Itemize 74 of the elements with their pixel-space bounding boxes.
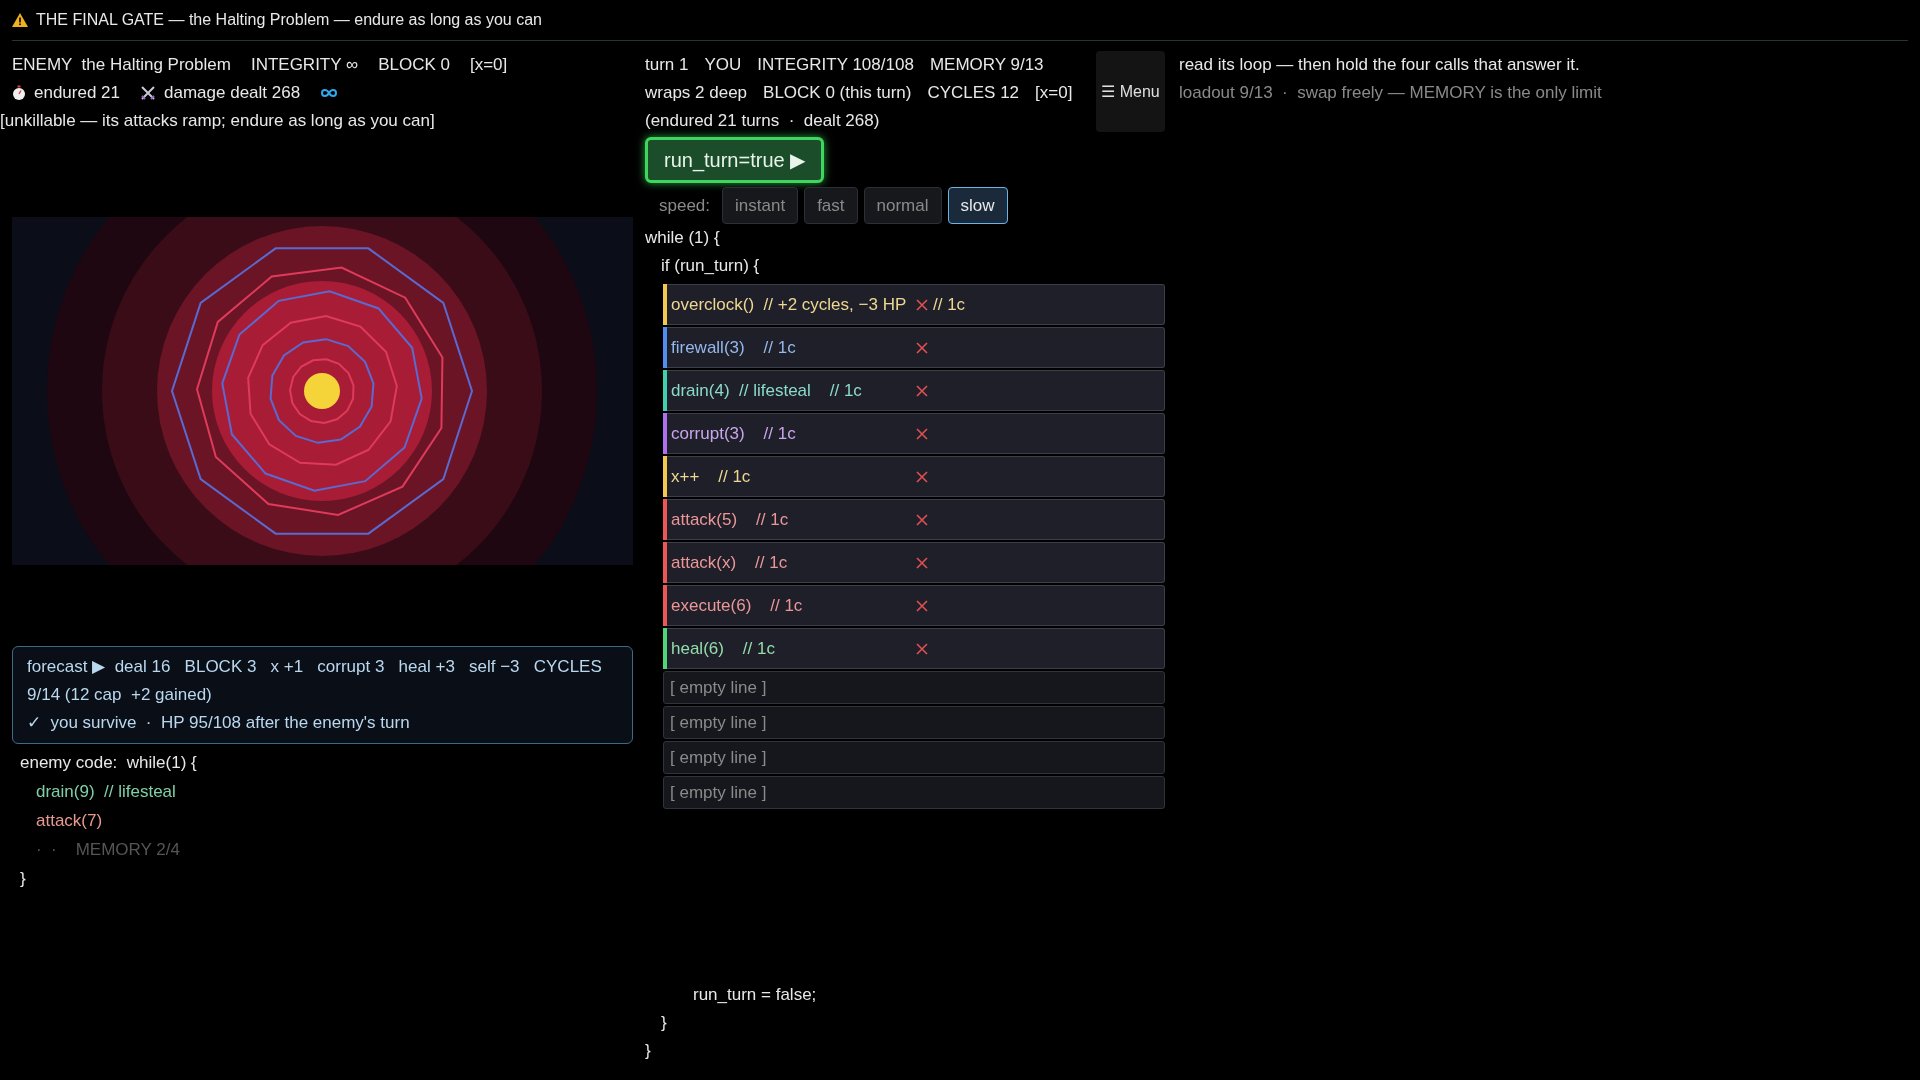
- code-line-slot[interactable]: drain(4) // lifesteal // 1c: [663, 370, 1165, 411]
- enemy-stat: BLOCK 0: [378, 54, 450, 76]
- stopwatch-icon: [12, 85, 26, 101]
- code-line: }: [645, 1040, 652, 1062]
- remove-icon[interactable]: [915, 512, 929, 527]
- enemy-code-line: attack(7): [35, 810, 104, 832]
- code-line: run_turn = false;: [692, 984, 818, 1006]
- empty-line-slot[interactable]: [ empty line ]: [663, 776, 1165, 809]
- remove-icon[interactable]: [915, 555, 929, 570]
- remove-icon[interactable]: [915, 641, 929, 656]
- enemy-code-header: enemy code: while(1) {: [20, 752, 198, 774]
- call-code: drain(4) // lifesteal // 1c: [671, 380, 863, 401]
- enemy-stat: [x=0]: [469, 54, 508, 76]
- enemy-stat: INTEGRITY ∞: [250, 54, 359, 76]
- call-code: overclock() // +2 cycles, −3 HP: [671, 294, 908, 315]
- player-stat: wraps 2 deep: [645, 82, 748, 104]
- speed-label: speed:: [659, 195, 711, 216]
- empty-line-slot[interactable]: [ empty line ]: [663, 741, 1165, 774]
- forecast-summary: forecast ▶ deal 16 BLOCK 3 x +1 corrupt 3 heal +3 self −3 CYCLES 9/14 (12 cap +2 gained): [26, 656, 603, 706]
- loadout-info: loadout 9/13 · swap freely — MEMORY is the only limit: [1179, 83, 1602, 103]
- hint-text: read its loop — then hold the four calls that answer it.: [1179, 54, 1581, 76]
- page-title: THE FINAL GATE — the Halting Problem — endure as long as you can: [36, 11, 542, 29]
- call-code: execute(6) // 1c: [671, 595, 804, 616]
- call-code: attack(5) // 1c: [671, 509, 790, 530]
- player-stat: turn 1: [645, 54, 689, 76]
- player-stat: BLOCK 0 (this turn): [763, 82, 912, 104]
- code-line-slot[interactable]: x++ // 1c: [663, 456, 1165, 497]
- player-stat: INTEGRITY 108/108: [757, 54, 914, 76]
- menu-button[interactable]: ☰ Menu: [1096, 51, 1165, 132]
- code-line-slot[interactable]: corrupt(3) // 1c: [663, 413, 1165, 454]
- remove-icon[interactable]: [915, 383, 929, 398]
- empty-line-slot[interactable]: [ empty line ]: [663, 706, 1165, 739]
- code-line-slot[interactable]: overclock() // +2 cycles, −3 HP // 1c: [663, 284, 1165, 325]
- player-stat: [x=0]: [1035, 82, 1073, 104]
- crossed-swords-icon: [140, 85, 157, 101]
- code-line-slot[interactable]: heal(6) // 1c: [663, 628, 1165, 669]
- call-code: attack(x) // 1c: [671, 552, 789, 573]
- code-line: while (1) {: [645, 227, 721, 249]
- code-line-slot[interactable]: attack(x) // 1c: [663, 542, 1165, 583]
- enemy-note: [unkillable — its attacks ramp; endure as long as you can]: [0, 110, 435, 132]
- player-stat: CYCLES 12: [927, 82, 1020, 104]
- survival-verdict: ✓ you survive · HP 95/108 after the enemy's turn: [26, 712, 411, 734]
- remove-icon[interactable]: [915, 598, 929, 613]
- empty-line-slot[interactable]: [ empty line ]: [663, 671, 1165, 704]
- code-brace: }: [20, 868, 27, 890]
- code-line: if (run_turn) {: [660, 255, 761, 277]
- player-stat: MEMORY 9/13: [929, 54, 1044, 76]
- call-code: firewall(3) // 1c: [671, 337, 797, 358]
- call-code: corrupt(3) // 1c: [671, 423, 797, 444]
- infinity-icon: [320, 88, 339, 98]
- call-cost: // 1c: [933, 294, 966, 315]
- remove-icon[interactable]: [915, 340, 929, 355]
- endured-count: endured 21: [34, 82, 121, 104]
- player-stat: (endured 21 turns · dealt 268): [645, 110, 880, 132]
- damage-dealt: damage dealt 268: [164, 82, 301, 104]
- remove-icon[interactable]: [915, 297, 929, 312]
- player-stat: YOU: [704, 54, 742, 76]
- enemy-code-line: drain(9) // lifesteal: [35, 781, 177, 803]
- warning-icon: [12, 13, 28, 27]
- speed-option[interactable]: instant: [722, 187, 799, 224]
- call-code: heal(6) // 1c: [671, 638, 776, 659]
- enemy-memory: · · MEMORY 2/4: [35, 839, 181, 861]
- speed-option[interactable]: slow: [947, 187, 1008, 224]
- call-code: x++ // 1c: [671, 466, 752, 487]
- code-line-slot[interactable]: attack(5) // 1c: [663, 499, 1165, 540]
- run-turn-button[interactable]: run_turn=true ▶: [645, 137, 825, 183]
- remove-icon[interactable]: [915, 469, 929, 484]
- speed-option[interactable]: fast: [804, 187, 858, 224]
- remove-icon[interactable]: [915, 426, 929, 441]
- code-line-slot[interactable]: execute(6) // 1c: [663, 585, 1165, 626]
- code-line-slot[interactable]: firewall(3) // 1c: [663, 327, 1165, 368]
- code-line: }: [660, 1012, 668, 1034]
- enemy-stat: ENEMY the Halting Problem: [12, 54, 231, 76]
- speed-option[interactable]: normal: [863, 187, 942, 224]
